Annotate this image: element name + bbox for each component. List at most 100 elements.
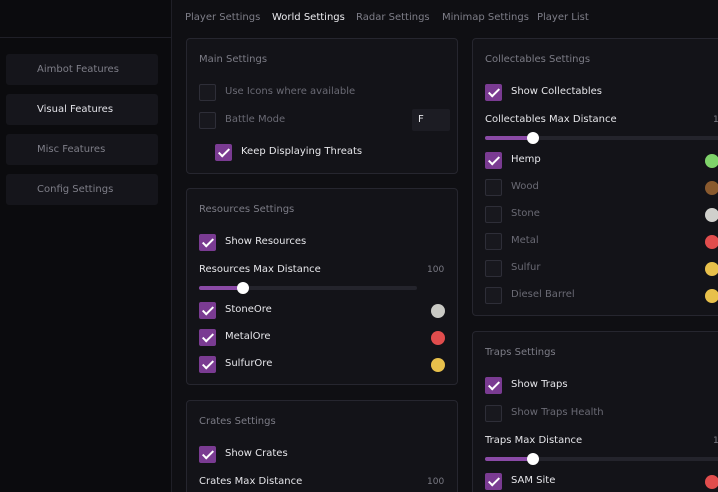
wood-label: Wood (511, 181, 539, 192)
slider-fill (485, 457, 533, 461)
keep-threats-checkbox[interactable] (215, 144, 232, 161)
show-resources-label: Show Resources (225, 236, 307, 247)
metalore-color-swatch[interactable] (431, 331, 445, 345)
resources-distance-slider[interactable] (199, 282, 417, 294)
tab-minimap-settings[interactable]: Minimap Settings (442, 12, 529, 23)
collectable-item-metal[interactable]: Metal (485, 233, 718, 250)
metal-label: Metal (511, 235, 539, 246)
collectables-max-distance-label: Collectables Max Distance (485, 114, 617, 125)
diesel-barrel-color-swatch[interactable] (705, 289, 718, 303)
collectable-item-hemp[interactable]: Hemp (485, 152, 718, 169)
resources-settings-panel: Resources Settings Show Resources Resour… (186, 188, 458, 385)
traps-settings-title: Traps Settings (485, 347, 556, 358)
stone-color-swatch[interactable] (705, 208, 718, 222)
tab-world-settings[interactable]: World Settings (272, 12, 345, 23)
sidebar-item-aimbot-features[interactable]: Aimbot Features (6, 54, 158, 85)
tab-player-settings[interactable]: Player Settings (185, 12, 260, 23)
battle-mode-checkbox[interactable] (199, 112, 216, 129)
show-collectables-label: Show Collectables (511, 86, 603, 97)
traps-settings-panel: Traps Settings Show Traps Show Traps Hea… (472, 331, 718, 492)
tab-radar-settings[interactable]: Radar Settings (356, 12, 430, 23)
show-collectables-row[interactable]: Show Collectables (485, 84, 718, 101)
use-icons-label: Use Icons where available (225, 86, 356, 97)
stone-label: Stone (511, 208, 540, 219)
show-traps-row[interactable]: Show Traps (485, 377, 718, 394)
sidebar: Aimbot Features Visual Features Misc Fea… (0, 0, 172, 492)
resource-item-sulfurore[interactable]: SulfurOre (199, 356, 447, 373)
stone-checkbox[interactable] (485, 206, 502, 223)
collectables-settings-panel: Collectables Settings Show Collectables … (472, 38, 718, 316)
collectables-distance-slider[interactable] (485, 132, 718, 144)
show-resources-checkbox[interactable] (199, 234, 216, 251)
resources-max-distance-label: Resources Max Distance (199, 264, 321, 275)
resources-max-distance-value: 100 (427, 265, 445, 275)
collectable-item-sulfur[interactable]: Sulfur (485, 260, 718, 277)
sidebar-header (0, 0, 171, 38)
show-traps-label: Show Traps (511, 379, 568, 390)
keep-threats-row[interactable]: Keep Displaying Threats (215, 144, 447, 161)
hemp-checkbox[interactable] (485, 152, 502, 169)
collectable-item-diesel-barrel[interactable]: Diesel Barrel (485, 287, 718, 304)
sam-site-checkbox[interactable] (485, 473, 502, 490)
sulfur-label: Sulfur (511, 262, 541, 273)
crates-max-distance-label: Crates Max Distance (199, 476, 303, 487)
metalore-checkbox[interactable] (199, 329, 216, 346)
battle-mode-row[interactable]: Battle Mode (199, 112, 447, 129)
sam-site-label: SAM Site (511, 475, 556, 486)
crates-settings-title: Crates Settings (199, 416, 276, 427)
show-crates-label: Show Crates (225, 448, 288, 459)
sulfur-checkbox[interactable] (485, 260, 502, 277)
show-crates-checkbox[interactable] (199, 446, 216, 463)
main-settings-title: Main Settings (199, 54, 268, 65)
metal-checkbox[interactable] (485, 233, 502, 250)
traps-max-distance-label: Traps Max Distance (485, 435, 583, 446)
traps-max-distance-value: 1 (713, 436, 718, 446)
stoneore-color-swatch[interactable] (431, 304, 445, 318)
stoneore-label: StoneOre (225, 304, 272, 315)
sidebar-item-visual-features[interactable]: Visual Features (6, 94, 158, 125)
show-collectables-checkbox[interactable] (485, 84, 502, 101)
show-traps-health-checkbox[interactable] (485, 405, 502, 422)
collectable-item-wood[interactable]: Wood (485, 179, 718, 196)
show-resources-row[interactable]: Show Resources (199, 234, 447, 251)
sidebar-item-misc-features[interactable]: Misc Features (6, 134, 158, 165)
metal-color-swatch[interactable] (705, 235, 718, 249)
trap-item-sam-site[interactable]: SAM Site (485, 473, 718, 490)
resources-settings-title: Resources Settings (199, 204, 295, 215)
sidebar-item-config-settings[interactable]: Config Settings (6, 174, 158, 205)
collectable-item-stone[interactable]: Stone (485, 206, 718, 223)
show-traps-health-label: Show Traps Health (511, 407, 604, 418)
battle-mode-keybind[interactable]: F (412, 109, 450, 131)
crates-max-distance-value: 100 (427, 477, 445, 487)
resource-item-metalore[interactable]: MetalOre (199, 329, 447, 346)
use-icons-checkbox[interactable] (199, 84, 216, 101)
sulfurore-label: SulfurOre (225, 358, 273, 369)
hemp-color-swatch[interactable] (705, 154, 718, 168)
show-crates-row[interactable]: Show Crates (199, 446, 447, 463)
collectables-settings-title: Collectables Settings (485, 54, 591, 65)
main-settings-panel: Main Settings Use Icons where available … (186, 38, 458, 174)
traps-distance-slider[interactable] (485, 453, 718, 465)
tab-player-list[interactable]: Player List (537, 12, 589, 23)
sulfurore-color-swatch[interactable] (431, 358, 445, 372)
crates-settings-panel: Crates Settings Show Crates Crates Max D… (186, 400, 458, 492)
wood-color-swatch[interactable] (705, 181, 718, 195)
sulfurore-checkbox[interactable] (199, 356, 216, 373)
sam-site-color-swatch[interactable] (705, 475, 718, 489)
slider-fill (485, 136, 533, 140)
slider-knob[interactable] (527, 132, 539, 144)
wood-checkbox[interactable] (485, 179, 502, 196)
show-traps-health-row[interactable]: Show Traps Health (485, 405, 718, 422)
show-traps-checkbox[interactable] (485, 377, 502, 394)
metalore-label: MetalOre (225, 331, 271, 342)
collectables-max-distance-value: 1 (713, 115, 718, 125)
sulfur-color-swatch[interactable] (705, 262, 718, 276)
battle-mode-label: Battle Mode (225, 114, 286, 125)
slider-knob[interactable] (527, 453, 539, 465)
keep-threats-label: Keep Displaying Threats (241, 146, 363, 157)
stoneore-checkbox[interactable] (199, 302, 216, 319)
slider-knob[interactable] (236, 282, 249, 294)
resource-item-stoneore[interactable]: StoneOre (199, 302, 447, 319)
use-icons-row[interactable]: Use Icons where available (199, 84, 447, 101)
diesel-barrel-checkbox[interactable] (485, 287, 502, 304)
